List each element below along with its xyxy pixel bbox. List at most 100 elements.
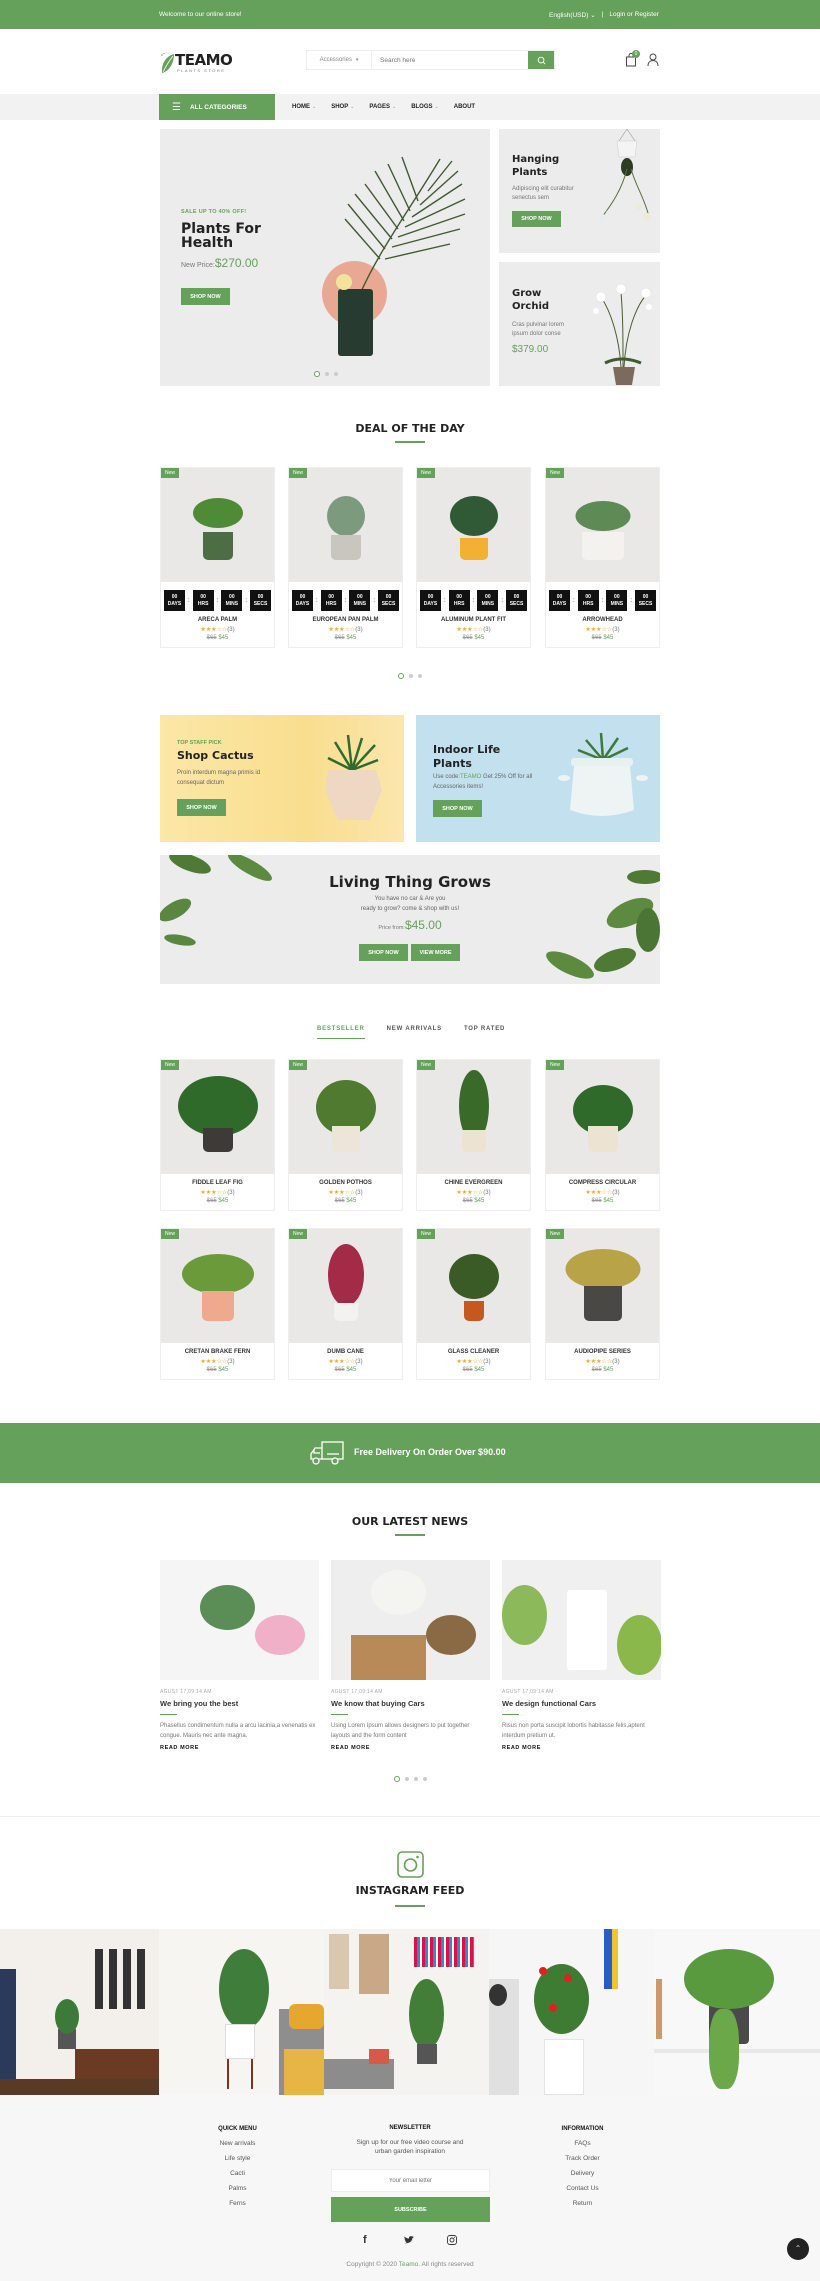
menu-item-shop[interactable]: SHOP ⌄ [331,104,354,110]
footer-link[interactable]: Delivery [545,2170,620,2177]
menu-item-home[interactable]: HOME ⌄ [292,104,316,110]
footer-link[interactable]: Ferns [200,2200,275,2207]
product-name[interactable]: GLASS CLEANER [417,1349,530,1355]
product-name[interactable]: ALUMINUM PLANT FIT [417,617,530,623]
instagram-photo-3[interactable] [324,1929,489,2095]
product-image[interactable]: New [289,1060,402,1174]
living-shop-now-button[interactable]: SHOP NOW [359,944,408,961]
footer-link[interactable]: New arrivals [200,2140,275,2147]
product-image[interactable]: New [417,1229,530,1343]
instagram-photo-2[interactable] [159,1929,324,2095]
tab-bestseller[interactable]: BESTSELLER [317,1026,365,1039]
instagram-photo-1[interactable] [0,1929,159,2095]
back-to-top-button[interactable]: ⌃ [787,2238,809,2260]
slider-dot-2[interactable] [405,1777,409,1781]
product-card[interactable]: New GOLDEN POTHOS ★★★☆☆(3) $65 $45 [288,1059,403,1211]
indoor-life-banner[interactable]: Indoor Life Plants Use code:TEAMO Get 25… [416,715,660,842]
deal-product-card[interactable]: New 00 DAYS:00 HRS:00 MINS:00 SECS ARECA PALM ★… [160,467,275,648]
footer-link[interactable]: Life style [200,2155,275,2162]
product-name[interactable]: DUMB CANE [289,1349,402,1355]
product-image[interactable]: New [546,1229,659,1343]
instagram-social-icon[interactable] [447,2235,457,2245]
menu-item-about[interactable]: ABOUT [454,104,475,110]
search-button[interactable] [528,51,554,69]
tab-new-arrivals[interactable]: NEW ARRIVALS [387,1026,442,1039]
product-name[interactable]: GOLDEN POTHOS [289,1180,402,1186]
deal-product-card[interactable]: New 00 DAYS:00 HRS:00 MINS:00 SECS ARROWHEAD ★★… [545,467,660,648]
deal-product-card[interactable]: New 00 DAYS:00 HRS:00 MINS:00 SECS EUROPEAN PA… [288,467,403,648]
product-image[interactable]: New [417,1060,530,1174]
footer-link[interactable]: FAQs [545,2140,620,2147]
grow-orchid-banner[interactable]: Grow Orchid Cras pulvinar lorem ipsum do… [499,262,660,386]
product-card[interactable]: New AUDIOPIPE SERIES ★★★☆☆(3) $65 $45 [545,1228,660,1380]
product-image[interactable]: New [417,468,530,582]
product-name[interactable]: ARECA PALM [161,617,274,623]
product-name[interactable]: CHINE EVERGREEN [417,1180,530,1186]
product-card[interactable]: New FIDDLE LEAF FIG ★★★☆☆(3) $65 $45 [160,1059,275,1211]
read-more-link[interactable]: READ MORE [502,1745,661,1751]
product-card[interactable]: New CRETAN BRAKE FERN ★★★☆☆(3) $65 $45 [160,1228,275,1380]
slider-dot-2[interactable] [325,372,329,376]
search-input[interactable] [372,51,528,69]
product-name[interactable]: EUROPEAN PAN PALM [289,617,402,623]
indoor-shop-now-button[interactable]: SHOP NOW [433,800,482,817]
product-image[interactable]: New [289,1229,402,1343]
product-card[interactable]: New CHINE EVERGREEN ★★★☆☆(3) $65 $45 [416,1059,531,1211]
news-title[interactable]: We design functional Cars [502,1699,661,1708]
slider-dot-4[interactable] [423,1777,427,1781]
product-image[interactable]: New [161,468,274,582]
hero-shop-now-button[interactable]: SHOP NOW [181,288,230,305]
product-card[interactable]: New DUMB CANE ★★★☆☆(3) $65 $45 [288,1228,403,1380]
product-name[interactable]: COMPRESS CIRCULAR [546,1180,659,1186]
read-more-link[interactable]: READ MORE [160,1745,319,1751]
product-image[interactable]: New [289,468,402,582]
instagram-photo-4[interactable] [489,1929,654,2095]
slider-dot-1[interactable] [398,673,404,679]
language-select[interactable]: English(USD) ⌄ [549,11,596,19]
product-name[interactable]: AUDIOPIPE SERIES [546,1349,659,1355]
slider-dot-2[interactable] [409,674,413,678]
instagram-photo-5[interactable] [654,1929,820,2095]
slider-dot-3[interactable] [334,372,338,376]
slider-dot-1[interactable] [314,371,320,377]
product-name[interactable]: ARROWHEAD [546,617,659,623]
news-image[interactable]: ▷ [502,1560,661,1680]
hanging-plants-shop-button[interactable]: SHOP NOW [512,211,561,227]
logo[interactable]: TEAMO PLANTS STORE [160,52,233,74]
deal-product-card[interactable]: New 00 DAYS:00 HRS:00 MINS:00 SECS ALUMINUM PL… [416,467,531,648]
product-card[interactable]: New COMPRESS CIRCULAR ★★★☆☆(3) $65 $45 [545,1059,660,1211]
footer-link[interactable]: Track Order [545,2155,620,2162]
login-link[interactable]: Login or Register [609,11,659,19]
user-icon[interactable] [647,53,659,67]
slider-dot-3[interactable] [414,1777,418,1781]
read-more-link[interactable]: READ MORE [331,1745,490,1751]
shop-cactus-banner[interactable]: TOP STAFF PICK Shop Cactus Proin interdu… [160,715,404,842]
footer-link[interactable]: Return [545,2200,620,2207]
news-image[interactable] [160,1560,319,1680]
footer-link[interactable]: Cacti [200,2170,275,2177]
product-image[interactable]: New [546,1060,659,1174]
footer-link[interactable]: Palms [200,2185,275,2192]
twitter-icon[interactable] [404,2236,414,2244]
facebook-icon[interactable]: f [363,2234,367,2246]
copyright-brand-link[interactable]: Teamo [399,2261,419,2268]
cactus-shop-now-button[interactable]: SHOP NOW [177,799,226,816]
news-title[interactable]: We bring you the best [160,1699,319,1708]
product-image[interactable]: New [161,1229,274,1343]
search-category-select[interactable]: Accessories ▾ [307,51,372,69]
living-view-more-button[interactable]: VIEW MORE [411,944,460,961]
footer-link[interactable]: Contact Us [545,2185,620,2192]
all-categories-button[interactable]: ☰ ALL CATEGORIES [159,94,275,120]
hanging-plants-banner[interactable]: Hanging Plants Adipiscing elit curabitur… [499,129,660,253]
slider-dot-1[interactable] [394,1776,400,1782]
play-video-icon[interactable]: ▷ [574,1605,600,1631]
subscribe-button[interactable]: SUBSCRIBE [331,2197,490,2222]
product-name[interactable]: FIDDLE LEAF FIG [161,1180,274,1186]
news-title[interactable]: We know that buying Cars [331,1699,490,1708]
tab-top-rated[interactable]: TOP RATED [464,1026,505,1039]
menu-item-pages[interactable]: PAGES ⌄ [369,104,396,110]
product-image[interactable]: New [546,468,659,582]
newsletter-email-input[interactable] [331,2169,490,2192]
product-name[interactable]: CRETAN BRAKE FERN [161,1349,274,1355]
product-image[interactable]: New [161,1060,274,1174]
